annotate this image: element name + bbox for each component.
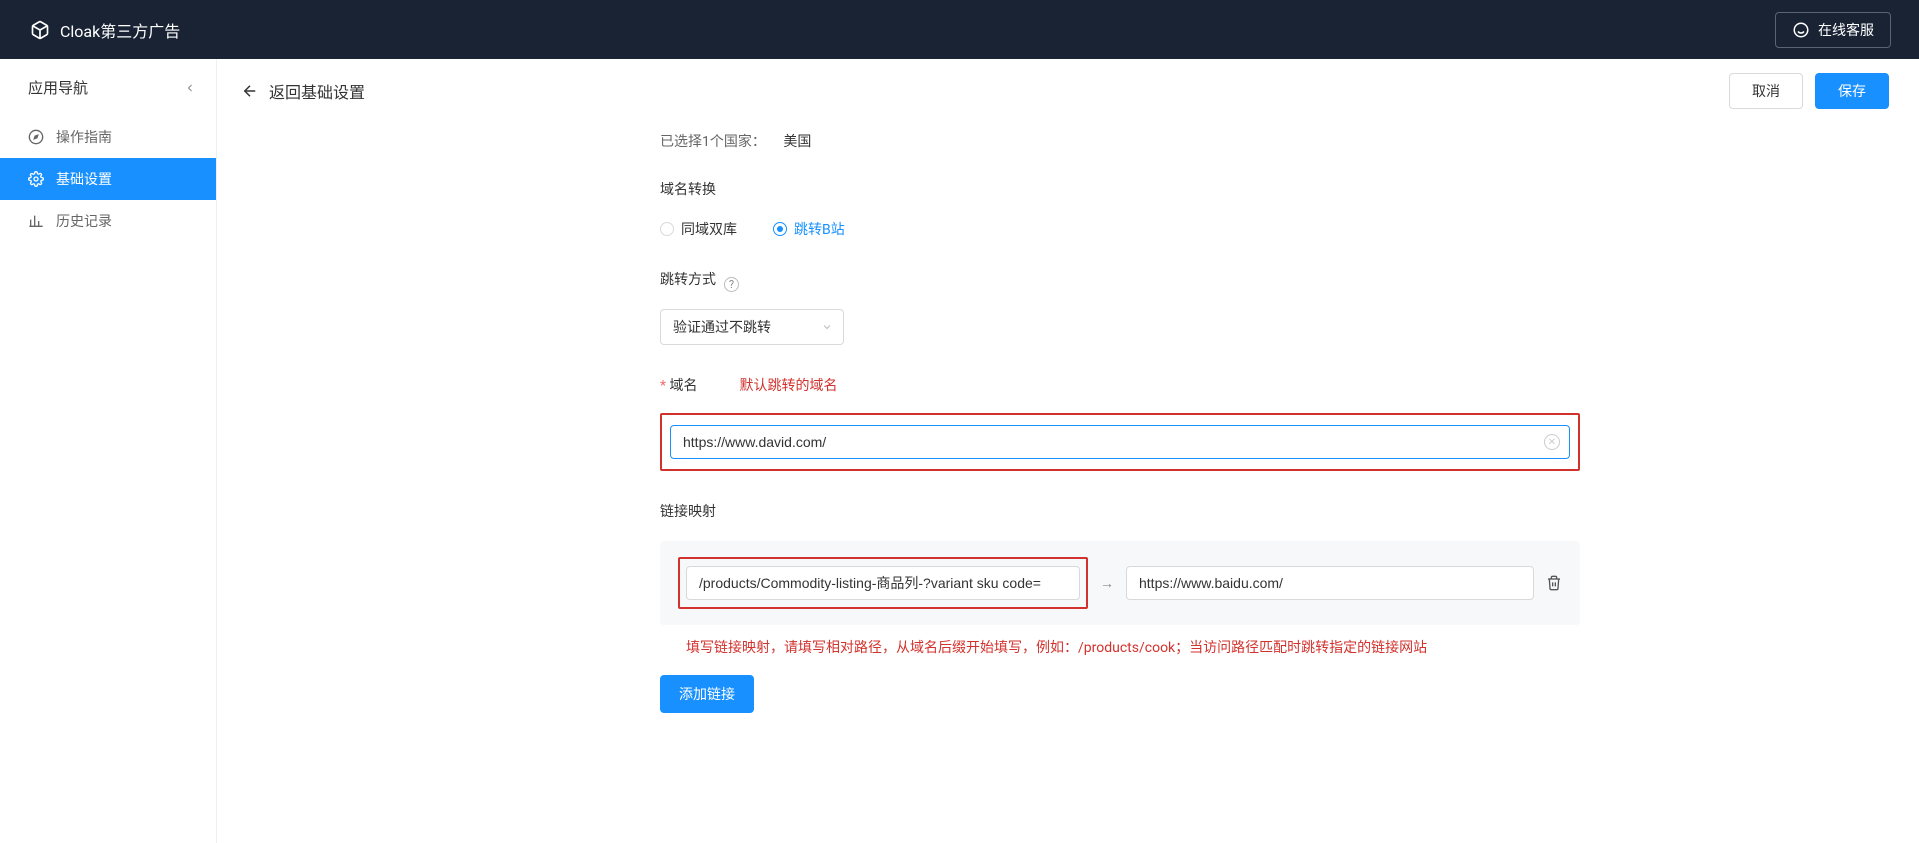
mapping-label: 链接映射: [660, 501, 716, 521]
select-value: 验证通过不跳转: [673, 317, 771, 337]
sidebar-item-label: 操作指南: [56, 127, 112, 147]
mapping-row: →: [660, 541, 1580, 625]
page-header: 返回基础设置 取消 保存: [217, 59, 1919, 123]
domain-input[interactable]: [670, 425, 1570, 459]
add-link-button[interactable]: 添加链接: [660, 675, 754, 713]
sidebar-item-label: 历史记录: [56, 211, 112, 231]
domain-label: 域名: [660, 375, 698, 395]
domain-highlight-box: ✕: [660, 413, 1580, 471]
mapping-source-highlight: [678, 557, 1088, 609]
sidebar-item-settings[interactable]: 基础设置: [0, 158, 216, 200]
radio-same-domain[interactable]: 同域双库: [660, 219, 737, 239]
compass-icon: [28, 129, 44, 145]
help-icon[interactable]: ?: [724, 277, 739, 292]
topbar: Cloak第三方广告 在线客服: [0, 0, 1919, 59]
jump-mode-select[interactable]: 验证通过不跳转: [660, 309, 844, 345]
brand: Cloak第三方广告: [30, 18, 180, 42]
header-actions: 取消 保存: [1729, 73, 1889, 109]
sidebar: 应用导航 操作指南 基础设置 历史记录: [0, 59, 217, 843]
back-link[interactable]: 返回基础设置: [241, 79, 365, 103]
save-button[interactable]: 保存: [1815, 73, 1889, 109]
chart-icon: [28, 213, 44, 229]
sidebar-item-guide[interactable]: 操作指南: [0, 116, 216, 158]
jump-mode-label: 跳转方式: [660, 269, 716, 289]
sidebar-item-label: 基础设置: [56, 169, 112, 189]
trash-icon[interactable]: [1546, 575, 1562, 591]
radio-icon: [660, 222, 674, 236]
radio-label: 同域双库: [681, 219, 737, 239]
sidebar-title: 应用导航: [28, 77, 88, 98]
cube-icon: [30, 20, 50, 40]
selected-country-label: 已选择1个国家：: [660, 134, 766, 150]
radio-jump-bsite[interactable]: 跳转B站: [773, 219, 845, 239]
customer-service-button[interactable]: 在线客服: [1775, 12, 1891, 48]
form-area: 已选择1个国家： 美国 域名转换 同域双库: [217, 123, 1919, 771]
domain-convert-label: 域名转换: [660, 179, 716, 199]
mapping-source-input[interactable]: [686, 566, 1080, 600]
main: 返回基础设置 取消 保存 已选择1个国家： 美国 域名转换: [217, 59, 1919, 843]
clear-input-icon[interactable]: ✕: [1544, 434, 1560, 450]
radio-label: 跳转B站: [794, 219, 845, 239]
brand-title: Cloak第三方广告: [60, 18, 180, 42]
arrow-left-icon: [241, 82, 259, 100]
domain-annotation: 默认跳转的域名: [740, 375, 838, 395]
headset-icon: [1792, 21, 1810, 39]
sidebar-item-history[interactable]: 历史记录: [0, 200, 216, 242]
mapping-dest-input[interactable]: [1126, 566, 1534, 600]
back-label: 返回基础设置: [269, 79, 365, 103]
gear-icon: [28, 171, 44, 187]
arrow-right-icon: →: [1100, 575, 1114, 592]
chevron-left-icon: [184, 82, 196, 94]
mapping-annotation: 填写链接映射，请填写相对路径，从域名后缀开始填写，例如：/products/co…: [686, 637, 1580, 657]
cancel-button[interactable]: 取消: [1729, 73, 1803, 109]
customer-service-label: 在线客服: [1818, 20, 1874, 40]
radio-icon: [773, 222, 787, 236]
selected-country-row: 已选择1个国家： 美国: [660, 131, 1580, 151]
selected-country-value: 美国: [783, 134, 811, 150]
chevron-down-icon: [821, 321, 833, 333]
sidebar-title-row[interactable]: 应用导航: [0, 59, 216, 116]
